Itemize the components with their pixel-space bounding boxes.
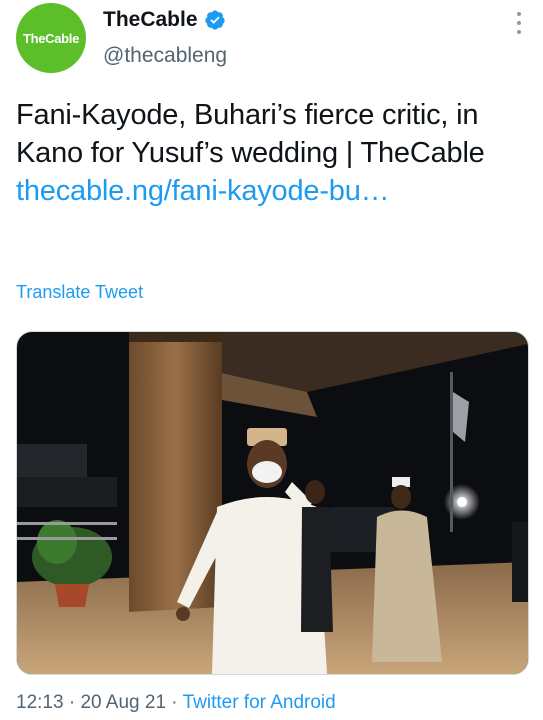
tweet-photo[interactable] (16, 331, 529, 675)
meta-separator: · (63, 692, 81, 713)
tweet-meta: 12:13 · 20 Aug 21 · Twitter for Android (16, 692, 336, 714)
tweet-time[interactable]: 12:13 (16, 692, 64, 713)
verified-badge-icon (204, 10, 225, 30)
more-options-icon[interactable] (517, 12, 523, 34)
tweet-body: Fani-Kayode, Buhari’s fierce critic, in … (16, 99, 485, 169)
tweet-text: Fani-Kayode, Buhari’s fierce critic, in … (16, 96, 521, 210)
tweet-source-link[interactable]: Twitter for Android (183, 692, 336, 713)
account-handle[interactable]: @thecableng (103, 44, 227, 68)
display-name[interactable]: TheCable (103, 8, 198, 32)
translate-tweet-link[interactable]: Translate Tweet (16, 282, 143, 303)
avatar[interactable]: TheCable (16, 3, 86, 73)
tweet-link[interactable]: thecable.ng/fani-kayode-bu… (16, 175, 390, 207)
photo-icon (17, 332, 528, 674)
tweet-date[interactable]: 20 Aug 21 (80, 692, 166, 713)
meta-separator-2: · (166, 692, 183, 713)
account-name-row[interactable]: TheCable (103, 8, 226, 32)
avatar-logo-text: TheCable (22, 30, 80, 46)
